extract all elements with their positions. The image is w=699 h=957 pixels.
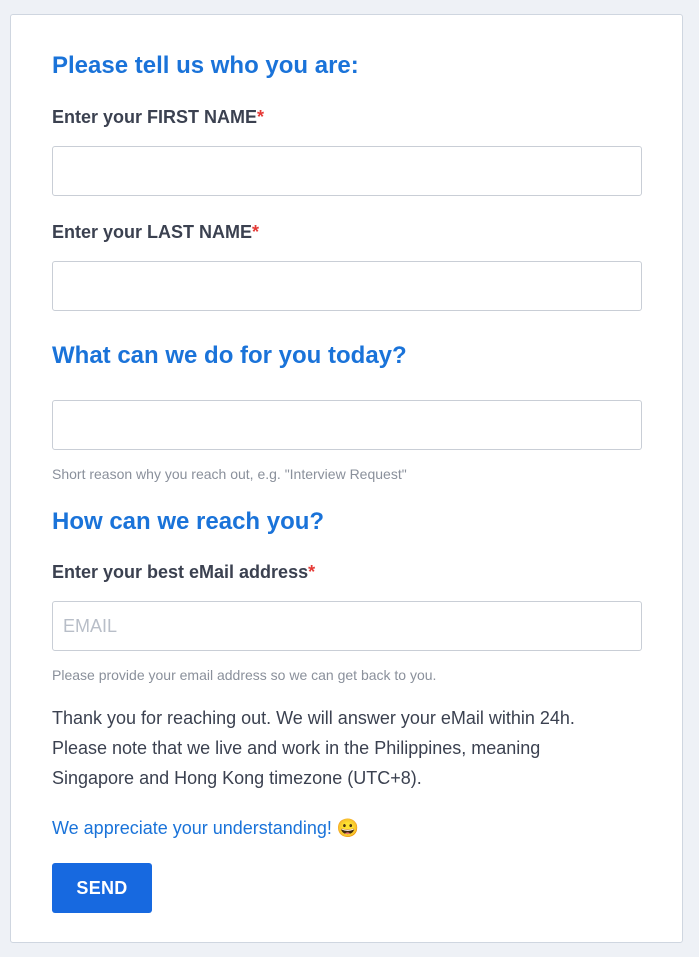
first-name-input[interactable] [52,146,642,196]
email-help-text: Please provide your email address so we … [52,667,437,683]
required-marker: * [257,107,265,127]
response-info-message: Thank you for reaching out. We will answ… [52,703,652,793]
section-heading-what: What can we do for you today? [52,342,407,369]
contact-form-card: Please tell us who you are: Enter your F… [10,14,683,943]
first-name-label: Enter your FIRST NAME* [52,106,264,128]
response-info-line: Thank you for reaching out. We will answ… [52,708,575,728]
section-heading-who: Please tell us who you are: [52,52,359,79]
last-name-input[interactable] [52,261,642,311]
send-button[interactable]: SEND [52,863,152,913]
email-label: Enter your best eMail address* [52,561,315,583]
response-info-line: Singapore and Hong Kong timezone (UTC+8)… [52,768,422,788]
required-marker: * [308,562,316,582]
email-label-text: Enter your best eMail address [52,562,309,582]
reason-input[interactable] [52,400,642,450]
first-name-label-text: Enter your FIRST NAME [52,107,258,127]
email-input[interactable] [52,601,642,651]
section-heading-reach: How can we reach you? [52,508,325,535]
last-name-label-text: Enter your LAST NAME [52,222,253,242]
appreciation-text: We appreciate your understanding! 😀 [52,818,360,838]
response-info-line: Please note that we live and work in the… [52,738,541,758]
last-name-label: Enter your LAST NAME* [52,221,259,243]
required-marker: * [252,222,260,242]
reason-help-text: Short reason why you reach out, e.g. "In… [52,466,407,482]
